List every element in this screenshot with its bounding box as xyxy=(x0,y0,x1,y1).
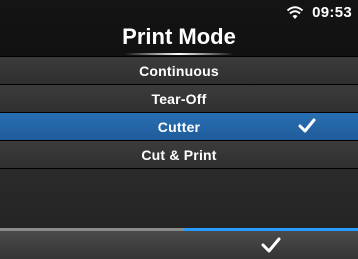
back-button[interactable] xyxy=(0,228,184,259)
list-item-cut-and-print[interactable]: Cut & Print xyxy=(0,140,358,168)
checkmark-icon xyxy=(261,237,281,253)
list-item-label: Cut & Print xyxy=(141,146,217,163)
list-item-label: Continuous xyxy=(139,62,219,79)
clock: 09:53 xyxy=(312,3,352,21)
status-bar: 09:53 xyxy=(286,2,352,22)
list-item-tear-off[interactable]: Tear-Off xyxy=(0,84,358,112)
wifi-icon xyxy=(286,6,304,19)
checkmark-icon xyxy=(298,118,316,133)
page-title: Print Mode xyxy=(122,24,236,49)
print-mode-screen: 09:53 Print Mode Continuous Tear-Off Cut… xyxy=(0,0,358,259)
footer-bar xyxy=(0,228,358,259)
list-empty-area xyxy=(0,168,358,229)
list-item-cutter[interactable]: Cutter xyxy=(0,112,358,140)
list-item-continuous[interactable]: Continuous xyxy=(0,56,358,84)
print-mode-list: Continuous Tear-Off Cutter Cut & Print xyxy=(0,56,358,168)
title-underline xyxy=(124,53,234,55)
confirm-button[interactable] xyxy=(184,228,358,259)
list-item-label: Tear-Off xyxy=(151,90,207,107)
list-item-label: Cutter xyxy=(157,118,201,135)
